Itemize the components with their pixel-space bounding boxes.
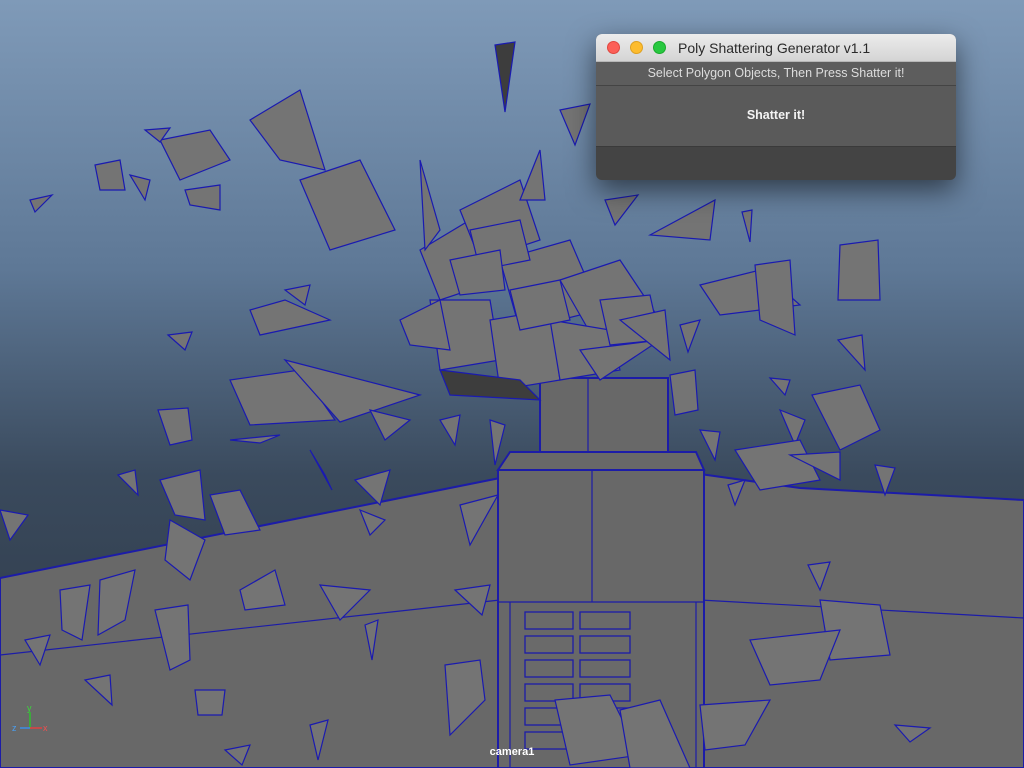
window-title: Poly Shattering Generator v1.1 (678, 40, 871, 56)
close-button[interactable] (607, 41, 620, 54)
window-title-bar[interactable]: Poly Shattering Generator v1.1 (596, 34, 956, 62)
zoom-button[interactable] (653, 41, 666, 54)
axis-label-y: y (27, 704, 32, 713)
instruction-text: Select Polygon Objects, Then Press Shatt… (596, 62, 956, 85)
camera-label: camera1 (489, 746, 535, 758)
shatter-button[interactable]: Shatter it! (596, 86, 956, 147)
axis-label-z: z (12, 723, 17, 733)
minimize-button[interactable] (630, 41, 643, 54)
axis-label-x: x (43, 723, 48, 733)
poly-shatter-window: Poly Shattering Generator v1.1 Select Po… (596, 34, 956, 180)
chimney-top (539, 377, 669, 453)
axis-gizmo: y x z (12, 704, 48, 733)
chimney-cap (496, 451, 706, 471)
